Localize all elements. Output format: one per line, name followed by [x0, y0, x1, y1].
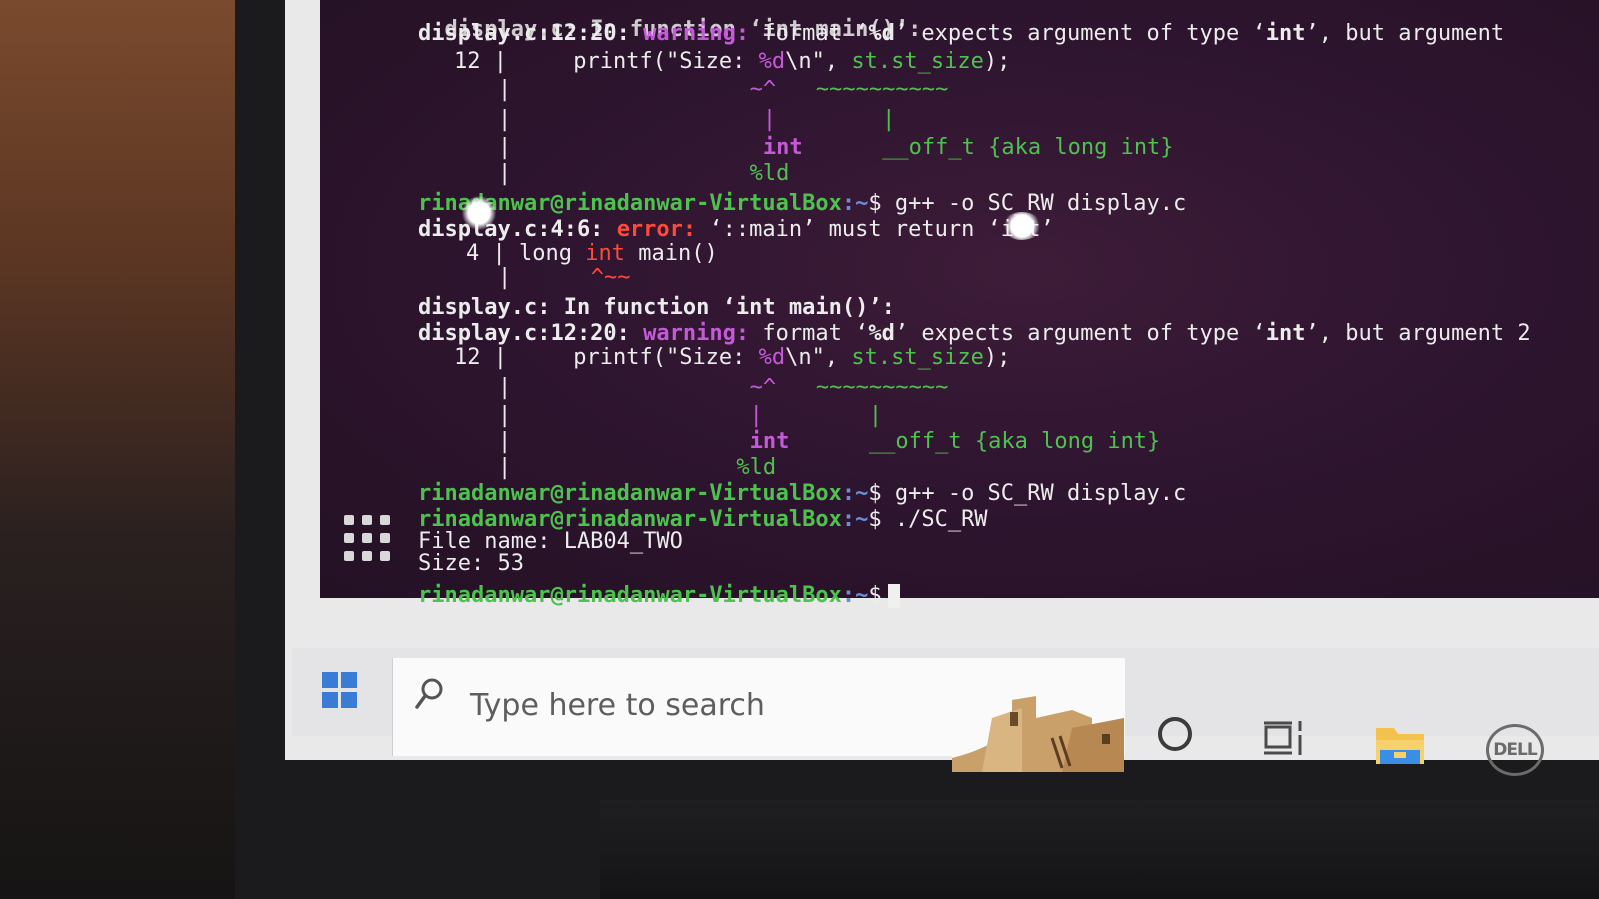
terminal-line: | | | [498, 107, 896, 132]
screen-glare [1002, 212, 1042, 240]
laptop-bezel-bottom [600, 800, 1599, 899]
terminal-active-prompt[interactable]: rinadanwar@rinadanwar-VirtualBox:~$ [418, 584, 900, 608]
search-highlight-image [952, 688, 1124, 772]
text-cursor [887, 584, 900, 608]
terminal-line: | int __off_t {aka long int} [498, 429, 1161, 454]
terminal-line: 12 | printf("Size: %d\n", st.st_size); [454, 49, 1011, 74]
terminal-line: display.c:12:20: warning: format ‘%d’ ex… [418, 21, 1505, 46]
terminal-line: | ^~~ [498, 265, 631, 290]
show-applications-icon[interactable] [344, 515, 390, 563]
terminal-line: | %ld [498, 455, 777, 480]
task-view-icon[interactable] [1262, 719, 1306, 759]
search-placeholder[interactable]: Type here to search [470, 688, 765, 723]
terminal-line: | ~^ ~~~~~~~~~~ [498, 77, 949, 102]
terminal-line: display.c: In function ‘int main()’: [418, 295, 895, 320]
terminal-prompt-line: rinadanwar@rinadanwar-VirtualBox:~$ g++ … [418, 191, 1187, 216]
program-output-line: Size: 53 [418, 551, 524, 576]
terminal-line: | | | [498, 403, 883, 428]
desk-surface [0, 0, 260, 899]
terminal-line: 12 | printf("Size: %d\n", st.st_size); [454, 345, 1011, 370]
search-icon [415, 678, 443, 709]
screen-glare [462, 196, 496, 230]
file-explorer-icon[interactable] [1374, 722, 1426, 766]
terminal-line: display.c:4:6: error: ‘::main’ must retu… [418, 217, 1054, 242]
terminal-line: 4 | long int main() [466, 241, 718, 266]
dell-logo: DELL [1486, 724, 1544, 776]
terminal-line: display.c:12:20: warning: format ‘%d’ ex… [418, 321, 1531, 346]
terminal-line: | ~^ ~~~~~~~~~~ [498, 375, 949, 400]
cortana-icon[interactable] [1158, 717, 1192, 751]
windows-start-icon[interactable] [322, 672, 358, 708]
terminal-line: | int __off_t {aka long int} [498, 135, 1174, 160]
terminal-prompt-line: rinadanwar@rinadanwar-VirtualBox:~$ g++ … [418, 481, 1187, 506]
terminal-line: | %ld [498, 161, 790, 186]
